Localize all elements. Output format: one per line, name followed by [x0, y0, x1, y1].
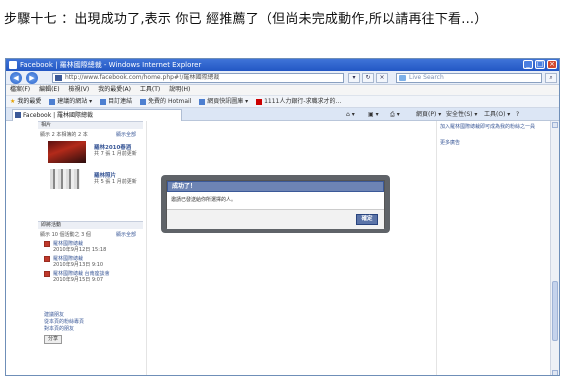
events-subtitle: 顯示 10 個活動之 3 個	[40, 232, 91, 238]
caption-text: 步驟十七 ：出現成功了,表示 你已 經推薦了（但尚未完成動作,所以請再往下看..…	[4, 12, 488, 27]
fav-item-gallery[interactable]: 網頁快訊圖庫 ▾	[199, 98, 248, 105]
forward-button[interactable]: ▶	[26, 72, 38, 84]
web-icon	[49, 98, 56, 105]
cmd-safety[interactable]: 安全性(S) ▾	[446, 108, 477, 121]
cmd-tools[interactable]: 工具(O) ▾	[484, 108, 510, 121]
menu-view[interactable]: 檢視(V)	[68, 86, 89, 93]
ok-button[interactable]: 確定	[356, 214, 378, 225]
fav-item-hotmail[interactable]: 免費的 Hotmail	[140, 98, 191, 105]
menu-tools[interactable]: 工具(T)	[140, 86, 160, 93]
event-calendar-icon	[44, 271, 50, 277]
events-header: 即將活動	[38, 221, 143, 229]
photos-subtitle: 顯示 2 本相簿的 2 本	[40, 132, 88, 138]
help-icon[interactable]: ?	[516, 108, 519, 121]
menu-favorites[interactable]: 我的最愛(A)	[98, 86, 131, 93]
window-title: Facebook | 羅林國際總裁 - Windows Internet Exp…	[20, 61, 202, 69]
menu-help[interactable]: 說明(H)	[169, 86, 190, 93]
share-button[interactable]: 分享	[44, 335, 63, 344]
events-see-all-link[interactable]: 顯示全部	[116, 231, 136, 238]
column-divider	[146, 121, 147, 375]
search-input[interactable]: Live Search	[396, 73, 542, 83]
dialog-message: 邀請已發送給你所選擇的人。	[171, 197, 237, 203]
web-icon	[140, 98, 147, 105]
favorites-star-icon[interactable]: ★	[10, 98, 15, 105]
stop-icon[interactable]: ×	[376, 73, 388, 83]
photos-header: 相片	[38, 121, 143, 129]
event-calendar-icon	[44, 256, 50, 262]
event-date: 2010年9月15日 9:07	[53, 277, 104, 283]
cmd-page[interactable]: 網頁(P) ▾	[416, 108, 441, 121]
live-search-icon	[399, 75, 406, 81]
search-placeholder: Live Search	[409, 74, 444, 81]
album-meta: 共 5 張 1 月前更新	[94, 179, 137, 185]
scroll-down-arrow-icon[interactable]	[552, 370, 558, 375]
scroll-up-arrow-icon[interactable]	[552, 122, 558, 128]
fan-page-link[interactable]: 從本頁的粉絲專頁	[44, 318, 84, 325]
event-calendar-icon	[44, 241, 50, 247]
web-icon	[199, 98, 206, 105]
fav-item-suggested[interactable]: 建議的網站 ▾	[49, 98, 92, 105]
sidebar-notice[interactable]: 加入羅林國際總裁即可成為我的粉絲之一員	[440, 123, 535, 130]
favorites-bar: ★ 我的最愛 建議的網站 ▾ 目訂連結 免費的 Hotmail 網頁快訊圖庫 ▾…	[6, 95, 559, 108]
fav-item-links[interactable]: 目訂連結	[100, 98, 132, 105]
favorites-label[interactable]: 我的最愛	[17, 98, 41, 105]
scroll-thumb[interactable]	[552, 281, 558, 341]
search-go-icon[interactable]: ⌕	[545, 73, 557, 83]
event-date: 2010年9月13日 9:10	[53, 262, 104, 268]
title-bar: Facebook | 羅林國際總裁 - Windows Internet Exp…	[6, 59, 559, 71]
refresh-icon[interactable]: ↻	[362, 73, 374, 83]
minimize-button[interactable]: _	[523, 60, 533, 69]
album-meta: 共 7 張 1 月前更新	[94, 151, 137, 157]
dropdown-icon[interactable]: ▾	[348, 73, 360, 83]
facebook-icon	[15, 112, 21, 118]
success-dialog: 成功了！ 邀請已發送給你所選擇的人。 確定	[166, 180, 385, 229]
web-icon	[256, 98, 263, 105]
url-input[interactable]: http://www.facebook.com/home.php#!/羅林國際總…	[52, 73, 344, 83]
event-date: 2010年9月12日 15:18	[53, 247, 107, 253]
left-column: 相片 顯示 2 本相簿的 2 本 顯示全部 羅林2010春酒 共 7 張 1 月…	[38, 121, 143, 375]
url-text: http://www.facebook.com/home.php#!/羅林國際總…	[65, 74, 220, 81]
suggest-friends-link[interactable]: 建議朋友	[44, 311, 64, 318]
ie-icon	[9, 61, 17, 69]
menu-file[interactable]: 檔案(F)	[10, 86, 30, 93]
vertical-scrollbar[interactable]	[550, 121, 559, 375]
feeds-icon[interactable]: ▣ ▾	[368, 108, 379, 121]
maximize-button[interactable]: □	[535, 60, 545, 69]
tab-facebook[interactable]: Facebook | 羅林國際總裁	[12, 109, 182, 121]
dialog-footer: 確定	[167, 209, 384, 229]
tab-bar: Facebook | 羅林國際總裁 ⌂ ▾ ▣ ▾ ⎙ ▾ 網頁(P) ▾ 安全…	[6, 108, 559, 121]
address-bar: ◀ ▶ http://www.facebook.com/home.php#!/羅…	[6, 71, 559, 85]
back-button[interactable]: ◀	[10, 72, 22, 84]
page-friends-link[interactable]: 對本頁的朋友	[44, 325, 74, 332]
more-ads-link[interactable]: 更多廣告	[440, 139, 460, 146]
close-button[interactable]: ×	[547, 60, 557, 69]
dialog-title: 成功了！	[167, 181, 384, 192]
web-icon	[100, 98, 107, 105]
browser-window: Facebook | 羅林國際總裁 - Windows Internet Exp…	[5, 58, 560, 376]
album-thumbnail[interactable]	[48, 141, 86, 163]
menu-bar: 檔案(F) 編輯(E) 檢視(V) 我的最愛(A) 工具(T) 說明(H)	[6, 85, 559, 95]
fav-item-1111[interactable]: 1111人力銀行-求職求才的...	[256, 98, 341, 105]
menu-edit[interactable]: 編輯(E)	[39, 86, 59, 93]
album-thumbnail[interactable]	[50, 169, 80, 189]
photos-see-all-link[interactable]: 顯示全部	[116, 131, 136, 138]
home-icon[interactable]: ⌂ ▾	[346, 108, 355, 121]
column-divider	[436, 121, 437, 375]
page-content: 相片 顯示 2 本相簿的 2 本 顯示全部 羅林2010春酒 共 7 張 1 月…	[6, 121, 559, 375]
tab-title: Facebook | 羅林國際總裁	[23, 112, 94, 119]
facebook-favicon-icon	[55, 75, 62, 81]
print-icon[interactable]: ⎙ ▾	[390, 108, 400, 121]
